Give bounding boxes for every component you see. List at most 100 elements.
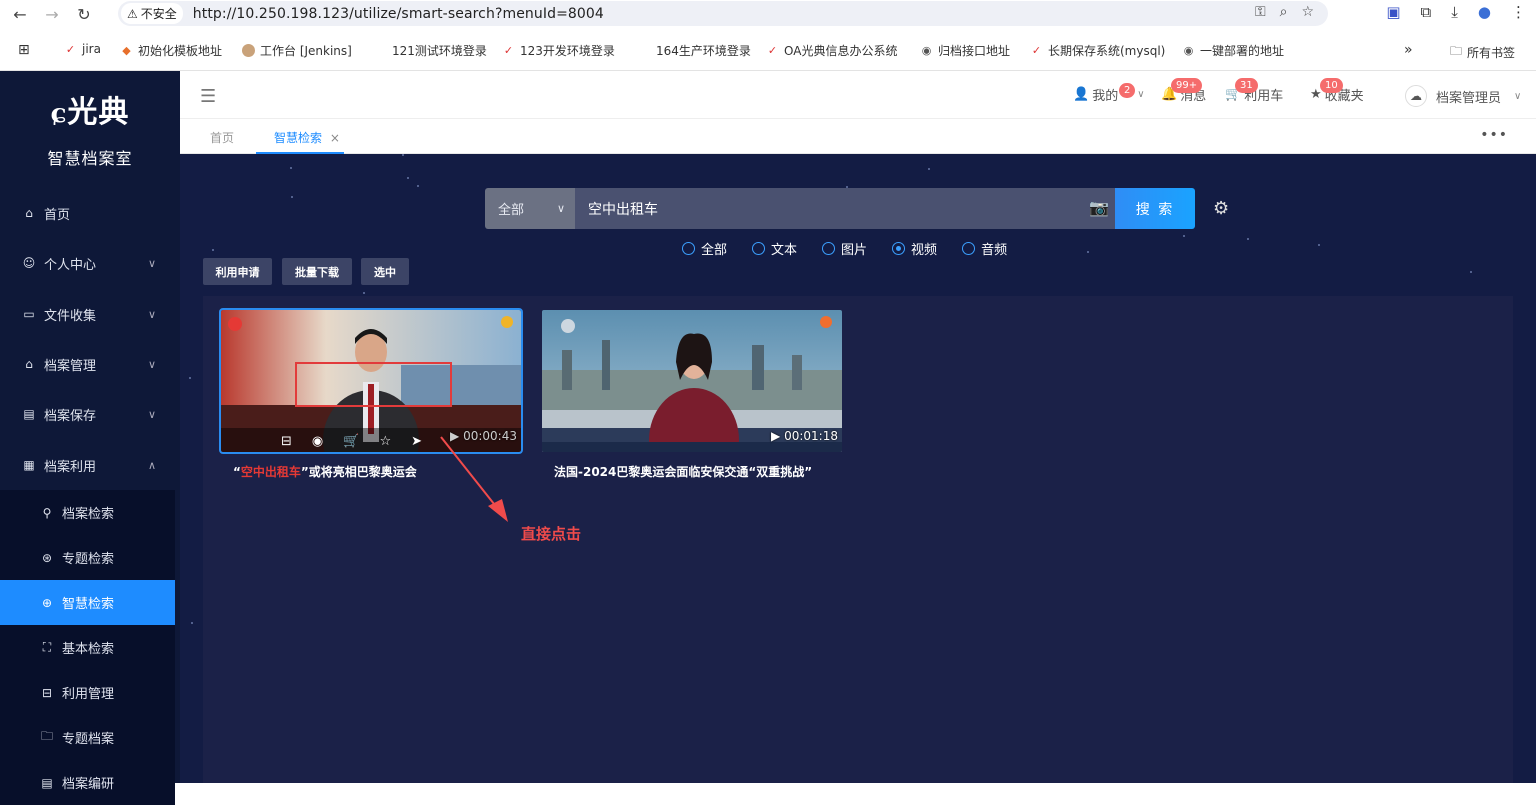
- browser-menu-icon[interactable]: ⋮: [1511, 3, 1526, 21]
- reload-icon[interactable]: ↻: [72, 2, 96, 26]
- bank-icon: ⌂: [25, 357, 33, 371]
- profile-avatar-icon[interactable]: ●: [1478, 3, 1491, 21]
- tab-smart-search[interactable]: 智慧检索 ×: [256, 129, 344, 154]
- chevron-down-icon: ∨: [147, 407, 156, 421]
- back-arrow-icon[interactable]: ←: [8, 2, 32, 26]
- url-text[interactable]: http://10.250.198.123/utilize/smart-sear…: [193, 6, 604, 22]
- folder-icon: 🗀: [40, 729, 53, 743]
- bookmark-template[interactable]: ◆ 初始化模板地址: [120, 42, 222, 59]
- chevron-down-icon: ∨: [147, 307, 156, 321]
- extensions-puzzle-icon[interactable]: ⧉: [1421, 3, 1432, 21]
- arrowhead: [488, 499, 508, 522]
- calendar-icon: ▦: [23, 458, 35, 472]
- apps-grid-icon[interactable]: ⊞: [18, 42, 30, 58]
- logo-mark-icon: ɕ: [50, 99, 68, 129]
- cart-badge: 31: [1235, 78, 1258, 93]
- bookmark-123[interactable]: ✓ 123开发环境登录: [502, 42, 615, 59]
- smart-search-page: 全部 ∨ 空中出租车 📷 搜 索 ⚙ 全部 文本 图片 视频 音频 利用申请 批量下…: [180, 154, 1536, 783]
- logo-subtitle: 智慧档案室: [47, 149, 133, 168]
- menu-item-personal[interactable]: ☺ 个人中心 ∨: [0, 238, 180, 288]
- bookmarks-overflow-icon[interactable]: »: [1404, 42, 1413, 58]
- bookmark-deploy[interactable]: ◉ 一键部署的地址: [1182, 42, 1284, 59]
- bookmark-jira[interactable]: ✓ jira: [64, 42, 101, 56]
- browser-chrome: ← → ↻ ⚠ 不安全 http://10.250.198.123/utiliz…: [0, 0, 1536, 71]
- search-icon: ⚲: [42, 505, 52, 520]
- forward-arrow-icon[interactable]: →: [40, 2, 64, 26]
- all-bookmarks[interactable]: 🗀 所有书签: [1450, 42, 1515, 63]
- header-cart[interactable]: 🛒 利用车 31: [1225, 78, 1283, 104]
- menu-item-utilization[interactable]: ▦ 档案利用 ∧: [0, 440, 180, 490]
- download-icon[interactable]: ⤓: [1451, 3, 1458, 21]
- insecure-label: 不安全: [140, 7, 177, 21]
- messages-badge: 99+: [1171, 78, 1203, 93]
- annotation-arrow: [440, 436, 508, 522]
- header-favorites[interactable]: ★ 收藏夹 10: [1310, 78, 1364, 104]
- header-mine[interactable]: 👤 我的 2 ∨: [1073, 83, 1145, 104]
- header-messages[interactable]: 🔔 消息 99+: [1161, 78, 1206, 104]
- menu-item-home[interactable]: ⌂ 首页: [0, 188, 180, 238]
- scan-icon: ⛶: [42, 640, 52, 654]
- logo-text: 光典: [67, 95, 130, 130]
- jenkins-icon: [242, 44, 255, 57]
- star-icon: ★: [1310, 87, 1322, 102]
- hamburger-menu-icon[interactable]: ☰: [200, 86, 216, 107]
- menu-item-collection[interactable]: ▭ 文件收集 ∨: [0, 289, 180, 339]
- url-bar[interactable]: ⚠ 不安全 http://10.250.198.123/utilize/smar…: [118, 1, 1328, 26]
- book-icon: ⊟: [41, 685, 53, 700]
- tabs-bar: 首页 智慧检索 × •••: [180, 119, 1536, 154]
- chevron-down-icon: ∨: [1514, 90, 1522, 102]
- user-icon: ☺: [22, 256, 36, 270]
- bookmark-164[interactable]: 164生产环境登录: [656, 42, 751, 59]
- header-user[interactable]: ☁ 档案管理员 ∨: [1405, 85, 1521, 107]
- tab-home[interactable]: 首页: [210, 129, 234, 146]
- submenu-smart-search[interactable]: ⊕ 智慧检索: [0, 580, 175, 625]
- bookmarks-bar: ⊞ ✓ jira ◆ 初始化模板地址 工作台 [Jenkins] 121测试环境登录…: [0, 36, 1536, 64]
- submenu-topic-search[interactable]: ⊛ 专题检索: [0, 535, 175, 580]
- annotation-label: 直接点击: [521, 525, 582, 543]
- jira-icon: ✓: [65, 42, 76, 56]
- submenu-topic-archive[interactable]: 🗀 专题档案: [0, 715, 175, 760]
- warning-icon: ⚠: [127, 6, 138, 21]
- briefcase-icon: ▭: [23, 307, 35, 321]
- address-bar-row: ← → ↻ ⚠ 不安全 http://10.250.198.123/utiliz…: [0, 0, 1536, 28]
- app-header: ☰ 👤 我的 2 ∨ 🔔 消息 99+ 🛒 利用车 31 ★ 收藏夹 10 ☁ 档案管理员 ∨: [180, 71, 1536, 119]
- cloud-avatar-icon: ☁: [1405, 85, 1427, 107]
- security-indicator[interactable]: ⚠ 不安全: [121, 3, 183, 24]
- bookmark-jenkins[interactable]: 工作台 [Jenkins]: [242, 42, 352, 59]
- submenu-usage-management[interactable]: ⊟ 利用管理: [0, 670, 175, 715]
- chevron-down-icon: ∨: [1137, 89, 1145, 100]
- oa-icon: ✓: [767, 44, 778, 57]
- building-icon: ▤: [23, 407, 35, 421]
- extension-translate-icon[interactable]: ▣: [1386, 3, 1400, 21]
- chevron-down-icon: ∨: [147, 256, 156, 270]
- aperture-icon: ⊛: [41, 550, 53, 565]
- globe-icon: ⊕: [41, 595, 53, 610]
- dev-icon: ✓: [503, 44, 514, 57]
- menu-item-management[interactable]: ⌂ 档案管理 ∨: [0, 339, 180, 389]
- sidebar: ɕ光典 智慧档案室 ⌂ 首页 ☺ 个人中心 ∨ ▭ 文件收集 ∨ ⌂ 档案管理 ∨ ▤ 档案保存…: [0, 71, 180, 805]
- bookmark-archive-api[interactable]: ◉ 归档接口地址: [920, 42, 1010, 59]
- globe-icon: ◉: [921, 44, 932, 57]
- home-icon: ⌂: [25, 206, 33, 220]
- submenu-archive-search[interactable]: ⚲ 档案检索: [0, 490, 175, 535]
- globe-icon: ◉: [1183, 44, 1194, 57]
- password-key-icon[interactable]: ⚿: [1255, 4, 1266, 20]
- user-icon: 👤: [1073, 87, 1090, 102]
- menu-item-preservation[interactable]: ▤ 档案保存 ∨: [0, 389, 180, 439]
- more-options-icon[interactable]: •••: [1480, 127, 1508, 143]
- submenu-basic-search[interactable]: ⛶ 基本检索: [0, 625, 175, 670]
- bookmark-oa[interactable]: ✓ OA光典信息办公系统: [766, 42, 898, 59]
- logo: ɕ光典 智慧档案室: [0, 79, 180, 169]
- mine-badge: 2: [1119, 83, 1136, 98]
- bookmark-121[interactable]: 121测试环境登录: [392, 42, 487, 59]
- chevron-down-icon: ∨: [147, 357, 156, 371]
- bookmark-star-icon[interactable]: ☆: [1301, 4, 1314, 20]
- favorites-badge: 10: [1320, 78, 1343, 93]
- gitlab-icon: ◆: [122, 44, 131, 57]
- chevron-up-icon: ∧: [147, 458, 156, 472]
- zoom-icon[interactable]: ⌕: [1280, 4, 1288, 20]
- folder-icon: 🗀: [1450, 44, 1463, 58]
- longterm-icon: ✓: [1031, 44, 1042, 57]
- bookmark-longterm[interactable]: ✓ 长期保存系统(mysql): [1030, 42, 1165, 59]
- close-icon[interactable]: ×: [330, 131, 340, 145]
